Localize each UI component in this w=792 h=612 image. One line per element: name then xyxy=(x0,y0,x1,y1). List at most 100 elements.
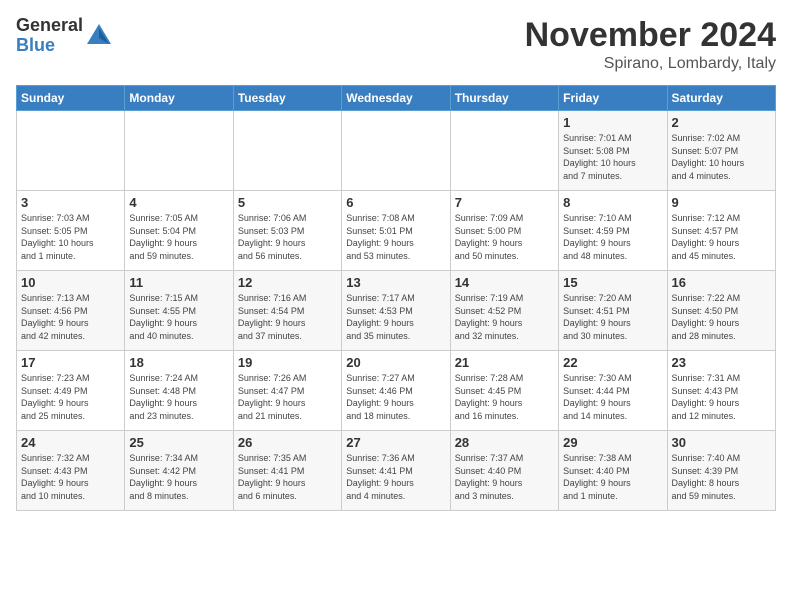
logo-blue-text: Blue xyxy=(16,36,83,56)
day-info: Sunrise: 7:16 AM Sunset: 4:54 PM Dayligh… xyxy=(238,292,337,342)
calendar-cell: 12 Sunrise: 7:16 AM Sunset: 4:54 PM Dayli… xyxy=(233,271,341,351)
day-number: 14 xyxy=(455,275,554,290)
day-info: Sunrise: 7:22 AM Sunset: 4:50 PM Dayligh… xyxy=(672,292,771,342)
day-number: 21 xyxy=(455,355,554,370)
day-info: Sunrise: 7:19 AM Sunset: 4:52 PM Dayligh… xyxy=(455,292,554,342)
calendar-cell: 17 Sunrise: 7:23 AM Sunset: 4:49 PM Dayli… xyxy=(17,351,125,431)
calendar-cell: 8 Sunrise: 7:10 AM Sunset: 4:59 PM Daylig… xyxy=(559,191,667,271)
day-info: Sunrise: 7:23 AM Sunset: 4:49 PM Dayligh… xyxy=(21,372,120,422)
month-title: November 2024 xyxy=(525,16,776,55)
day-number: 6 xyxy=(346,195,445,210)
day-number: 18 xyxy=(129,355,228,370)
day-number: 12 xyxy=(238,275,337,290)
day-info: Sunrise: 7:15 AM Sunset: 4:55 PM Dayligh… xyxy=(129,292,228,342)
calendar-week-4: 17 Sunrise: 7:23 AM Sunset: 4:49 PM Dayli… xyxy=(17,351,776,431)
calendar-cell: 4 Sunrise: 7:05 AM Sunset: 5:04 PM Daylig… xyxy=(125,191,233,271)
day-info: Sunrise: 7:24 AM Sunset: 4:48 PM Dayligh… xyxy=(129,372,228,422)
day-info: Sunrise: 7:03 AM Sunset: 5:05 PM Dayligh… xyxy=(21,212,120,262)
day-info: Sunrise: 7:13 AM Sunset: 4:56 PM Dayligh… xyxy=(21,292,120,342)
calendar-cell: 22 Sunrise: 7:30 AM Sunset: 4:44 PM Dayli… xyxy=(559,351,667,431)
day-number: 23 xyxy=(672,355,771,370)
weekday-header-tuesday: Tuesday xyxy=(233,86,341,111)
calendar-week-5: 24Sunrise: 7:32 AM Sunset: 4:43 PM Dayli… xyxy=(17,431,776,511)
calendar-cell: 18 Sunrise: 7:24 AM Sunset: 4:48 PM Dayli… xyxy=(125,351,233,431)
calendar-cell xyxy=(17,111,125,191)
weekday-header-wednesday: Wednesday xyxy=(342,86,450,111)
day-number: 4 xyxy=(129,195,228,210)
calendar-cell: 3 Sunrise: 7:03 AM Sunset: 5:05 PM Daylig… xyxy=(17,191,125,271)
calendar-cell: 14 Sunrise: 7:19 AM Sunset: 4:52 PM Dayli… xyxy=(450,271,558,351)
logo-icon xyxy=(85,22,113,50)
day-number: 22 xyxy=(563,355,662,370)
day-number: 10 xyxy=(21,275,120,290)
day-number: 5 xyxy=(238,195,337,210)
day-info: Sunrise: 7:37 AM Sunset: 4:40 PM Dayligh… xyxy=(455,452,554,502)
calendar-cell: 27 Sunrise: 7:36 AM Sunset: 4:41 PM Dayli… xyxy=(342,431,450,511)
day-info: Sunrise: 7:12 AM Sunset: 4:57 PM Dayligh… xyxy=(672,212,771,262)
title-block: November 2024 Spirano, Lombardy, Italy xyxy=(525,16,776,73)
calendar-week-3: 10 Sunrise: 7:13 AM Sunset: 4:56 PM Dayli… xyxy=(17,271,776,351)
calendar-cell xyxy=(125,111,233,191)
calendar-cell: 26Sunrise: 7:35 AM Sunset: 4:41 PM Dayli… xyxy=(233,431,341,511)
day-info: Sunrise: 7:08 AM Sunset: 5:01 PM Dayligh… xyxy=(346,212,445,262)
calendar-cell: 5Sunrise: 7:06 AM Sunset: 5:03 PM Daylig… xyxy=(233,191,341,271)
day-number: 11 xyxy=(129,275,228,290)
day-number: 20 xyxy=(346,355,445,370)
calendar-cell: 11 Sunrise: 7:15 AM Sunset: 4:55 PM Dayli… xyxy=(125,271,233,351)
weekday-header-monday: Monday xyxy=(125,86,233,111)
day-number: 29 xyxy=(563,435,662,450)
day-number: 19 xyxy=(238,355,337,370)
day-info: Sunrise: 7:05 AM Sunset: 5:04 PM Dayligh… xyxy=(129,212,228,262)
calendar-cell: 15 Sunrise: 7:20 AM Sunset: 4:51 PM Dayli… xyxy=(559,271,667,351)
calendar-week-1: 1 Sunrise: 7:01 AM Sunset: 5:08 PM Daylig… xyxy=(17,111,776,191)
logo: General Blue xyxy=(16,16,113,56)
calendar-cell xyxy=(342,111,450,191)
day-info: Sunrise: 7:32 AM Sunset: 4:43 PM Dayligh… xyxy=(21,452,120,502)
day-number: 28 xyxy=(455,435,554,450)
day-number: 25 xyxy=(129,435,228,450)
calendar-cell: 25 Sunrise: 7:34 AM Sunset: 4:42 PM Dayli… xyxy=(125,431,233,511)
day-info: Sunrise: 7:26 AM Sunset: 4:47 PM Dayligh… xyxy=(238,372,337,422)
day-info: Sunrise: 7:27 AM Sunset: 4:46 PM Dayligh… xyxy=(346,372,445,422)
day-info: Sunrise: 7:01 AM Sunset: 5:08 PM Dayligh… xyxy=(563,132,662,182)
day-number: 26 xyxy=(238,435,337,450)
day-info: Sunrise: 7:40 AM Sunset: 4:39 PM Dayligh… xyxy=(672,452,771,502)
day-info: Sunrise: 7:34 AM Sunset: 4:42 PM Dayligh… xyxy=(129,452,228,502)
day-info: Sunrise: 7:31 AM Sunset: 4:43 PM Dayligh… xyxy=(672,372,771,422)
calendar-cell: 24Sunrise: 7:32 AM Sunset: 4:43 PM Dayli… xyxy=(17,431,125,511)
day-number: 2 xyxy=(672,115,771,130)
calendar-cell: 30Sunrise: 7:40 AM Sunset: 4:39 PM Dayli… xyxy=(667,431,775,511)
day-number: 13 xyxy=(346,275,445,290)
day-info: Sunrise: 7:10 AM Sunset: 4:59 PM Dayligh… xyxy=(563,212,662,262)
day-number: 3 xyxy=(21,195,120,210)
day-info: Sunrise: 7:28 AM Sunset: 4:45 PM Dayligh… xyxy=(455,372,554,422)
calendar-cell: 21 Sunrise: 7:28 AM Sunset: 4:45 PM Dayli… xyxy=(450,351,558,431)
calendar-cell xyxy=(233,111,341,191)
day-number: 7 xyxy=(455,195,554,210)
calendar-cell: 29Sunrise: 7:38 AM Sunset: 4:40 PM Dayli… xyxy=(559,431,667,511)
location: Spirano, Lombardy, Italy xyxy=(525,55,776,73)
day-number: 8 xyxy=(563,195,662,210)
calendar-week-2: 3 Sunrise: 7:03 AM Sunset: 5:05 PM Daylig… xyxy=(17,191,776,271)
calendar-cell: 2 Sunrise: 7:02 AM Sunset: 5:07 PM Daylig… xyxy=(667,111,775,191)
weekday-header-thursday: Thursday xyxy=(450,86,558,111)
page-header: General Blue November 2024 Spirano, Lomb… xyxy=(16,16,776,73)
day-number: 17 xyxy=(21,355,120,370)
day-info: Sunrise: 7:36 AM Sunset: 4:41 PM Dayligh… xyxy=(346,452,445,502)
day-number: 9 xyxy=(672,195,771,210)
calendar-header: SundayMondayTuesdayWednesdayThursdayFrid… xyxy=(17,86,776,111)
day-info: Sunrise: 7:17 AM Sunset: 4:53 PM Dayligh… xyxy=(346,292,445,342)
weekday-header-sunday: Sunday xyxy=(17,86,125,111)
day-info: Sunrise: 7:02 AM Sunset: 5:07 PM Dayligh… xyxy=(672,132,771,182)
day-info: Sunrise: 7:30 AM Sunset: 4:44 PM Dayligh… xyxy=(563,372,662,422)
weekday-header-row: SundayMondayTuesdayWednesdayThursdayFrid… xyxy=(17,86,776,111)
day-number: 27 xyxy=(346,435,445,450)
calendar-cell: 1 Sunrise: 7:01 AM Sunset: 5:08 PM Daylig… xyxy=(559,111,667,191)
day-number: 1 xyxy=(563,115,662,130)
calendar-cell: 7Sunrise: 7:09 AM Sunset: 5:00 PM Daylig… xyxy=(450,191,558,271)
weekday-header-friday: Friday xyxy=(559,86,667,111)
weekday-header-saturday: Saturday xyxy=(667,86,775,111)
day-number: 15 xyxy=(563,275,662,290)
calendar-cell: 10 Sunrise: 7:13 AM Sunset: 4:56 PM Dayli… xyxy=(17,271,125,351)
day-info: Sunrise: 7:20 AM Sunset: 4:51 PM Dayligh… xyxy=(563,292,662,342)
